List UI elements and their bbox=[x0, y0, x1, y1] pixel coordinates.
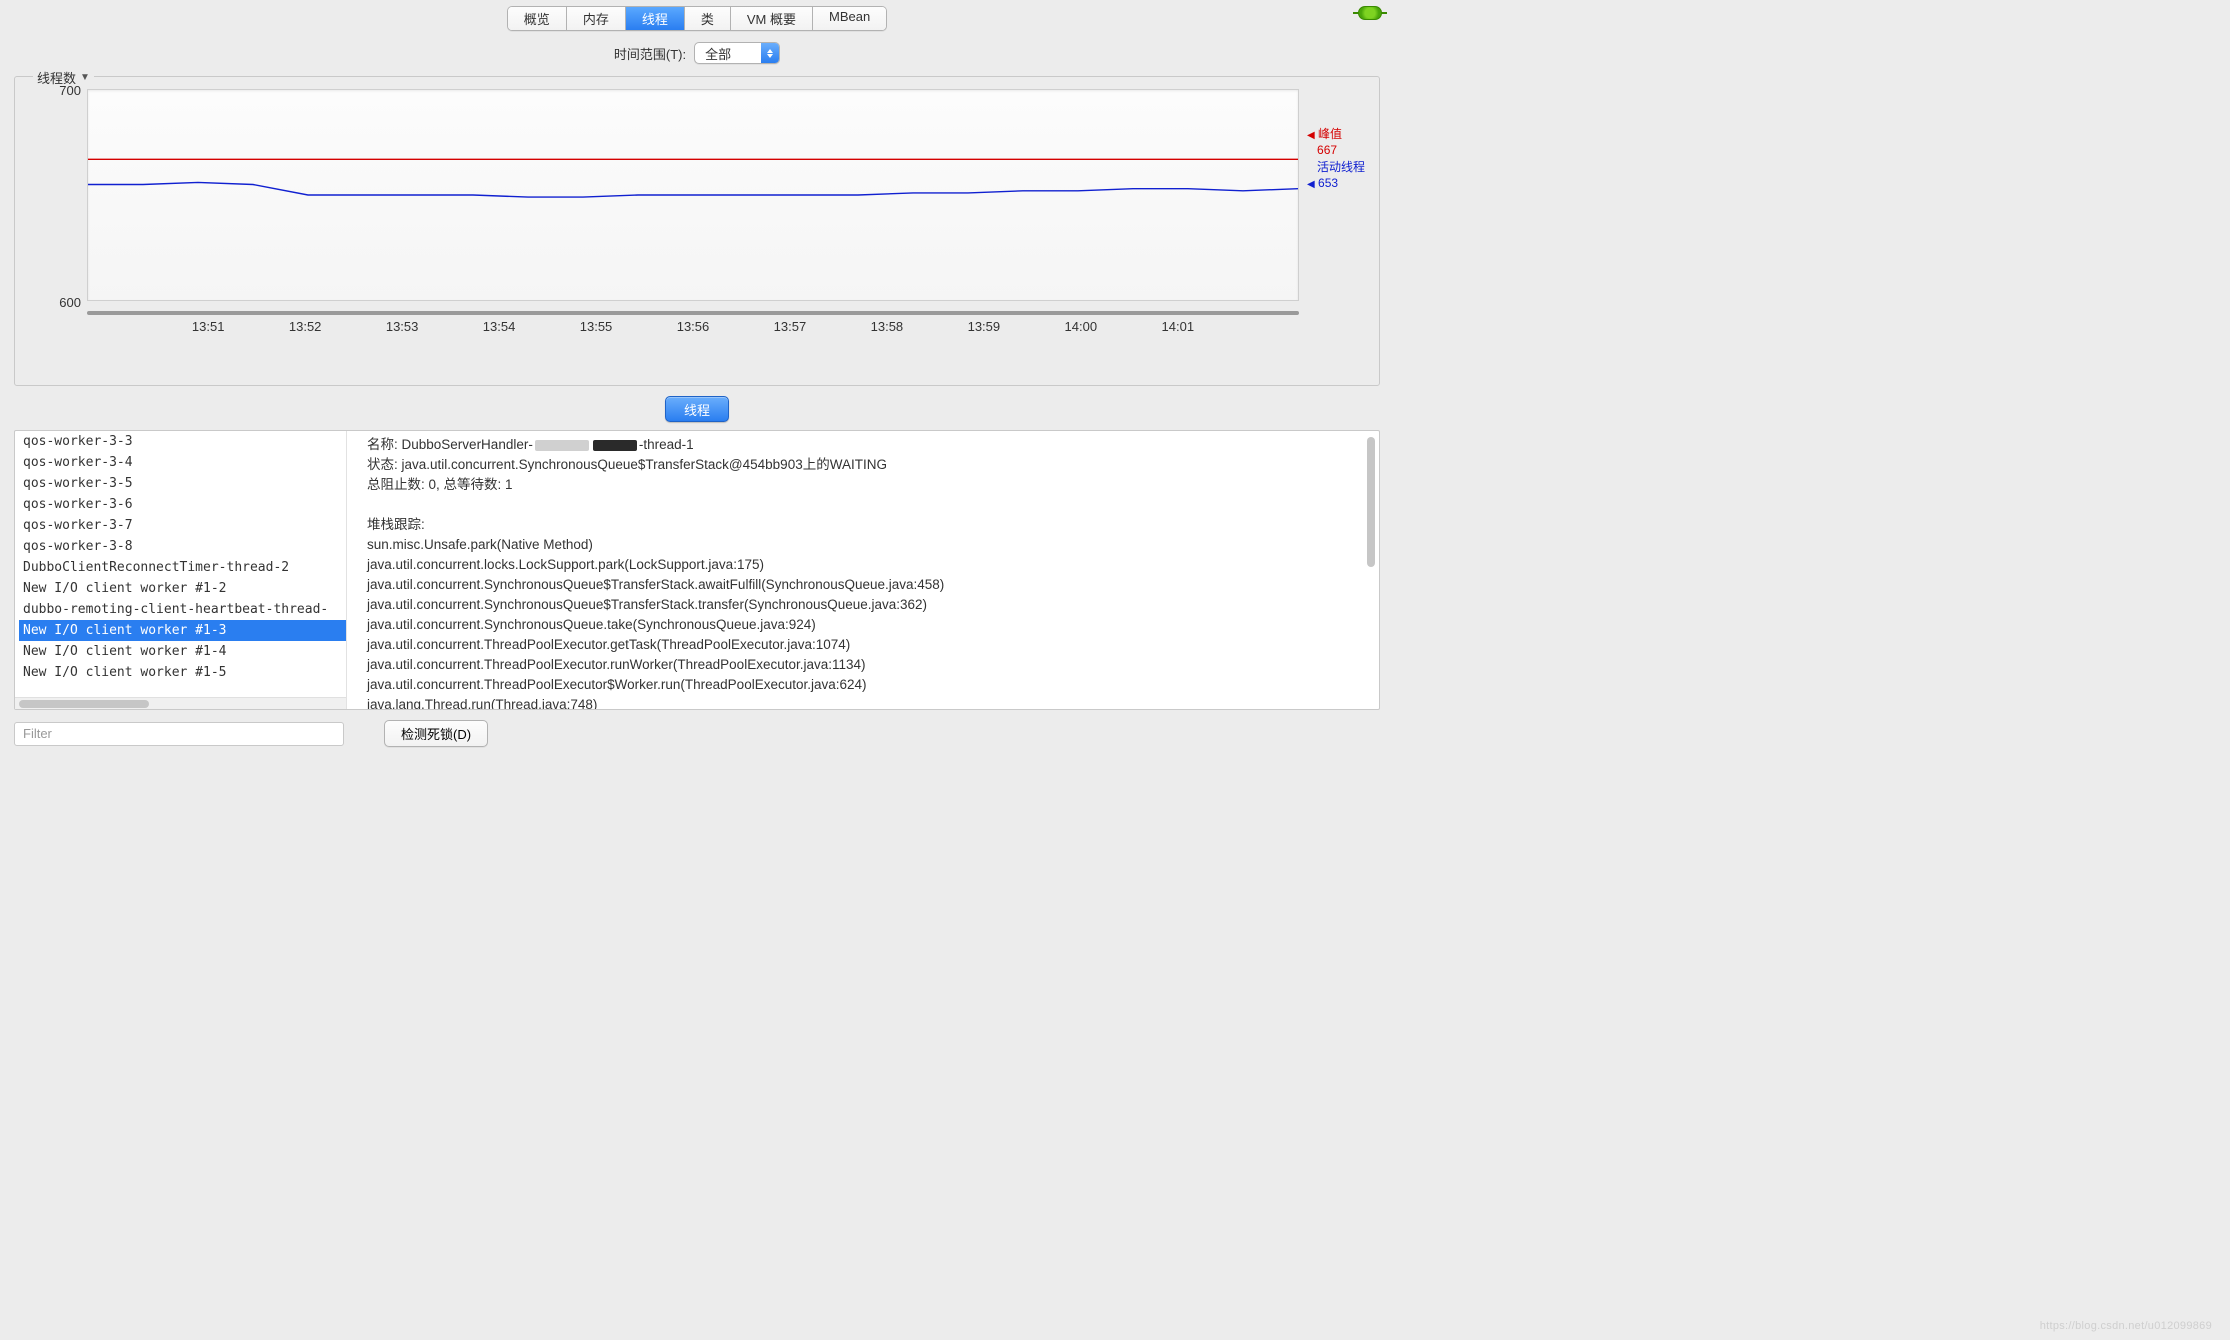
watermark: https://blog.csdn.net/u012099869 bbox=[2040, 1320, 2212, 1332]
chart-legend: ◀ 峰值 667 活动线程 ◀ 653 bbox=[1307, 127, 1369, 191]
top-tab-bar: 概览 内存 线程 类 VM 概要 MBean bbox=[0, 0, 1394, 30]
tab-group: 概览 内存 线程 类 VM 概要 MBean bbox=[507, 6, 887, 31]
x-tick: 14:01 bbox=[1162, 319, 1195, 334]
x-tick: 14:00 bbox=[1065, 319, 1098, 334]
time-range-label: 时间范围(T): bbox=[614, 44, 686, 63]
detail-counts: 总阻止数: 0, 总等待数: 1 bbox=[367, 475, 1371, 495]
thread-list-horizontal-scrollbar[interactable] bbox=[15, 697, 346, 709]
thread-list-column: qos-worker-3-3qos-worker-3-4qos-worker-3… bbox=[15, 431, 347, 709]
legend-peak-label: 峰值 bbox=[1318, 127, 1342, 141]
stack-frame: java.util.concurrent.locks.LockSupport.p… bbox=[367, 555, 1371, 575]
redacted-segment bbox=[593, 440, 637, 451]
x-tick: 13:53 bbox=[386, 319, 419, 334]
stack-frame: java.util.concurrent.SynchronousQueue$Tr… bbox=[367, 575, 1371, 595]
y-tick: 700 bbox=[59, 83, 81, 98]
x-tick: 13:59 bbox=[968, 319, 1001, 334]
x-tick: 13:57 bbox=[774, 319, 807, 334]
legend-peak-arrow-icon: ◀ bbox=[1307, 130, 1315, 141]
thread-list-item[interactable]: qos-worker-3-3 bbox=[19, 431, 346, 452]
legend-active-label: 活动线程 bbox=[1317, 160, 1365, 174]
threads-refresh-button[interactable]: 线程 bbox=[665, 396, 729, 422]
thread-list-item[interactable]: qos-worker-3-5 bbox=[19, 473, 346, 494]
select-arrows-icon bbox=[761, 43, 779, 63]
tab-vm-summary[interactable]: VM 概要 bbox=[731, 7, 813, 30]
thread-list-item[interactable]: New I/O client worker #1-5 bbox=[19, 662, 346, 683]
x-tick: 13:58 bbox=[871, 319, 904, 334]
x-axis-ticks: 13:51 13:52 13:53 13:54 13:55 13:56 13:57 13:58… bbox=[87, 319, 1299, 339]
thread-chart-panel: 线程数 ▼ 700 600 13:5113:5213:5313:5413:551… bbox=[14, 76, 1380, 386]
time-range-row: 时间范围(T): 全部 bbox=[0, 30, 1394, 76]
thread-detail-column: 名称: DubboServerHandler--thread-1 状态: jav… bbox=[347, 431, 1379, 709]
thread-list-item[interactable]: New I/O client worker #1-4 bbox=[19, 641, 346, 662]
thread-list-item[interactable]: dubbo-remoting-client-heartbeat-thread- bbox=[19, 599, 346, 620]
thread-list[interactable]: qos-worker-3-3qos-worker-3-4qos-worker-3… bbox=[15, 431, 346, 697]
tab-mbean[interactable]: MBean bbox=[813, 7, 886, 30]
tab-classes[interactable]: 类 bbox=[685, 7, 731, 30]
legend-peak-value: 667 bbox=[1317, 143, 1337, 157]
stack-frame: java.lang.Thread.run(Thread.java:748) bbox=[367, 695, 1371, 709]
detect-deadlock-button[interactable]: 检测死锁(D) bbox=[384, 720, 488, 747]
thread-list-item[interactable]: qos-worker-3-4 bbox=[19, 452, 346, 473]
detail-vertical-scrollbar[interactable] bbox=[1367, 437, 1375, 567]
y-axis: 700 600 bbox=[25, 85, 87, 375]
connection-status-icon[interactable] bbox=[1358, 6, 1382, 20]
legend-active-value: 653 bbox=[1318, 176, 1338, 190]
redacted-segment bbox=[535, 440, 589, 451]
stack-frame: java.util.concurrent.SynchronousQueue$Tr… bbox=[367, 595, 1371, 615]
thread-list-item[interactable]: New I/O client worker #1-2 bbox=[19, 578, 346, 599]
chart-plot-area[interactable] bbox=[87, 89, 1299, 301]
stack-frame: sun.misc.Unsafe.park(Native Method) bbox=[367, 535, 1371, 555]
thread-list-item[interactable]: qos-worker-3-6 bbox=[19, 494, 346, 515]
thread-list-item[interactable]: DubboClientReconnectTimer-thread-2 bbox=[19, 557, 346, 578]
thread-list-item[interactable]: qos-worker-3-7 bbox=[19, 515, 346, 536]
chart-svg bbox=[88, 90, 1298, 300]
stack-frame: java.util.concurrent.ThreadPoolExecutor.… bbox=[367, 635, 1371, 655]
x-tick: 13:51 bbox=[192, 319, 225, 334]
thread-details-panel: qos-worker-3-3qos-worker-3-4qos-worker-3… bbox=[14, 430, 1380, 710]
stack-frame: java.util.concurrent.ThreadPoolExecutor.… bbox=[367, 655, 1371, 675]
x-tick: 13:52 bbox=[289, 319, 322, 334]
x-axis-baseline bbox=[87, 311, 1299, 315]
detail-stack-header: 堆栈跟踪: bbox=[367, 515, 1371, 535]
y-tick: 600 bbox=[59, 295, 81, 310]
tab-overview[interactable]: 概览 bbox=[508, 7, 567, 30]
stack-frame: java.util.concurrent.SynchronousQueue.ta… bbox=[367, 615, 1371, 635]
time-range-select[interactable]: 全部 bbox=[694, 42, 780, 64]
filter-input[interactable] bbox=[14, 722, 344, 746]
detail-state: 状态: java.util.concurrent.SynchronousQueu… bbox=[367, 455, 1371, 475]
thread-list-item[interactable]: New I/O client worker #1-3 bbox=[19, 620, 346, 641]
detail-name: 名称: DubboServerHandler--thread-1 bbox=[367, 435, 1371, 455]
tab-memory[interactable]: 内存 bbox=[567, 7, 626, 30]
x-tick: 13:55 bbox=[580, 319, 613, 334]
x-tick: 13:56 bbox=[677, 319, 710, 334]
legend-active-arrow-icon: ◀ bbox=[1307, 179, 1315, 190]
thread-list-item[interactable]: qos-worker-3-8 bbox=[19, 536, 346, 557]
chevron-down-icon: ▼ bbox=[80, 72, 90, 83]
x-tick: 13:54 bbox=[483, 319, 516, 334]
stack-frame: java.util.concurrent.ThreadPoolExecutor$… bbox=[367, 675, 1371, 695]
time-range-value: 全部 bbox=[695, 42, 761, 64]
